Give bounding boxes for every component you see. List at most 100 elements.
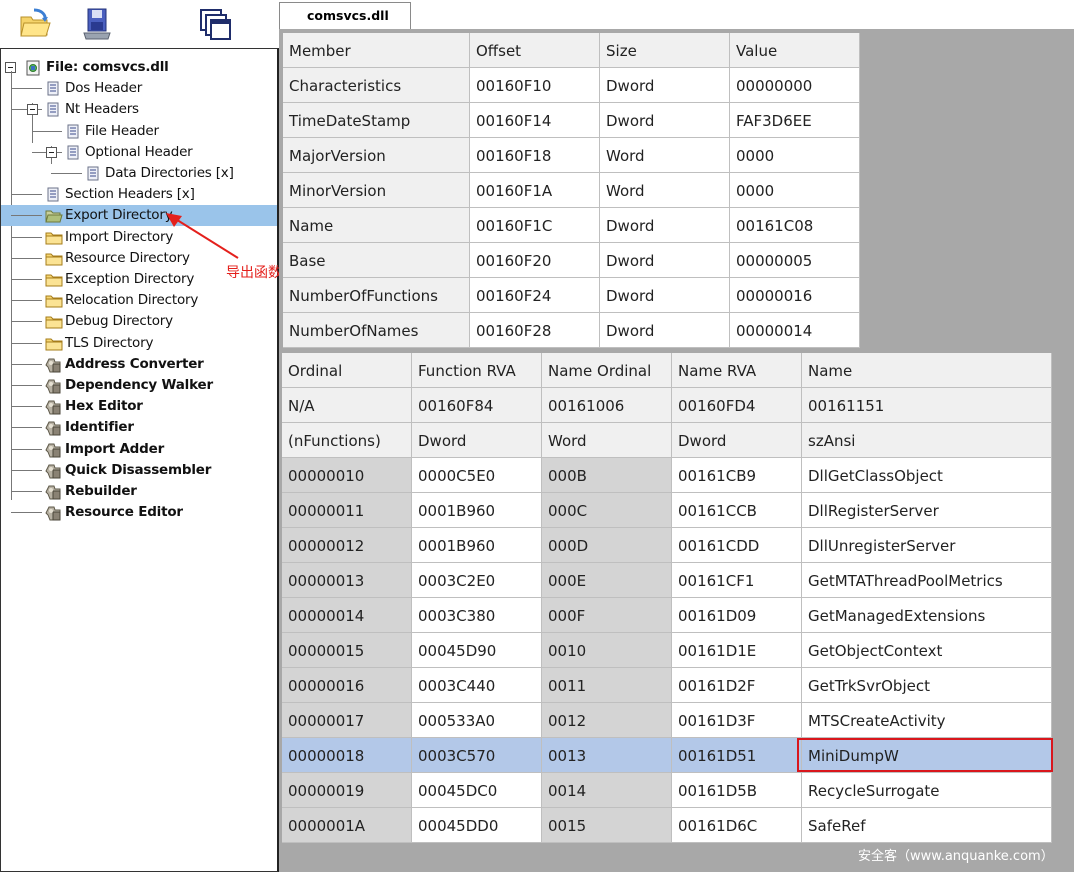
column-header[interactable]: Name Ordinal <box>542 353 672 388</box>
table-cell[interactable]: 00160F24 <box>470 278 600 313</box>
table-cell[interactable]: 00160F1A <box>470 173 600 208</box>
table-cell[interactable]: Dword <box>600 313 730 348</box>
column-header[interactable]: Name RVA <box>672 353 802 388</box>
table-cell[interactable]: Name <box>283 208 470 243</box>
table-cell[interactable]: Word <box>600 173 730 208</box>
table-cell[interactable]: NumberOfNames <box>283 313 470 348</box>
table-cell[interactable]: TimeDateStamp <box>283 103 470 138</box>
selected-row-cell[interactable]: 0013 <box>542 738 672 773</box>
table-cell[interactable]: 00000014 <box>730 313 860 348</box>
tree-item-rebuilder[interactable]: Rebuilder <box>1 481 277 502</box>
table-cell[interactable]: 00000016 <box>730 278 860 313</box>
windows-icon[interactable] <box>196 4 234 44</box>
save-icon[interactable] <box>78 4 116 44</box>
table-cell[interactable]: 00161D6C <box>672 808 802 843</box>
table-cell[interactable]: 000D <box>542 528 672 563</box>
tree-item-debug-directory[interactable]: Debug Directory <box>1 311 277 332</box>
table-cell[interactable]: DllGetClassObject <box>802 458 1052 493</box>
table-cell[interactable]: NumberOfFunctions <box>283 278 470 313</box>
table-cell[interactable]: 00000013 <box>282 563 412 598</box>
table-cell[interactable]: 00000017 <box>282 703 412 738</box>
table-cell[interactable]: Dword <box>600 68 730 103</box>
table-cell[interactable]: 00000000 <box>730 68 860 103</box>
table-cell[interactable]: Dword <box>600 278 730 313</box>
table-cell[interactable]: 0012 <box>542 703 672 738</box>
tree-item-dos-header[interactable]: Dos Header <box>1 78 277 99</box>
table-cell[interactable]: Word <box>600 138 730 173</box>
table-cell[interactable]: 000533A0 <box>412 703 542 738</box>
table-cell[interactable]: 00000005 <box>730 243 860 278</box>
table-cell[interactable]: N/A <box>282 388 412 423</box>
table-cell[interactable]: 000E <box>542 563 672 598</box>
table-cell[interactable]: GetMTAThreadPoolMetrics <box>802 563 1052 598</box>
table-cell[interactable]: Dword <box>412 423 542 458</box>
table-cell[interactable]: 00000011 <box>282 493 412 528</box>
tree-item-import-adder[interactable]: Import Adder <box>1 439 277 460</box>
table-cell[interactable]: 0003C440 <box>412 668 542 703</box>
table-cell[interactable]: 00161D09 <box>672 598 802 633</box>
table-cell[interactable]: 0000 <box>730 173 860 208</box>
table-cell[interactable]: 00045DD0 <box>412 808 542 843</box>
table-cell[interactable]: 0003C2E0 <box>412 563 542 598</box>
table-cell[interactable]: 0001B960 <box>412 493 542 528</box>
table-cell[interactable]: Dword <box>600 208 730 243</box>
table-cell[interactable]: 00000015 <box>282 633 412 668</box>
tree-item-file-header[interactable]: File Header <box>1 121 277 142</box>
table-cell[interactable]: 00161D5B <box>672 773 802 808</box>
tree-item-dependency-walker[interactable]: Dependency Walker <box>1 375 277 396</box>
column-header[interactable]: Function RVA <box>412 353 542 388</box>
table-cell[interactable]: 00160F18 <box>470 138 600 173</box>
table-cell[interactable]: RecycleSurrogate <box>802 773 1052 808</box>
table-cell[interactable]: 00160F14 <box>470 103 600 138</box>
table-cell[interactable]: GetObjectContext <box>802 633 1052 668</box>
tree-item-tls-directory[interactable]: TLS Directory <box>1 333 277 354</box>
table-cell[interactable]: 00161CB9 <box>672 458 802 493</box>
table-cell[interactable]: 00160F1C <box>470 208 600 243</box>
column-header[interactable]: Name <box>802 353 1052 388</box>
column-header[interactable]: Offset <box>470 33 600 68</box>
tree-item-identifier[interactable]: Identifier <box>1 417 277 438</box>
tree-item-relocation-directory[interactable]: Relocation Directory <box>1 290 277 311</box>
table-cell[interactable]: 00161CDD <box>672 528 802 563</box>
table-cell[interactable]: 00161006 <box>542 388 672 423</box>
table-cell[interactable]: 00160F10 <box>470 68 600 103</box>
table-cell[interactable]: 00161D1E <box>672 633 802 668</box>
table-cell[interactable]: 0000C5E0 <box>412 458 542 493</box>
table-cell[interactable]: Characteristics <box>283 68 470 103</box>
table-cell[interactable]: FAF3D6EE <box>730 103 860 138</box>
tree-item-address-converter[interactable]: Address Converter <box>1 354 277 375</box>
table-cell[interactable]: DllUnregisterServer <box>802 528 1052 563</box>
table-cell[interactable]: 000B <box>542 458 672 493</box>
table-cell[interactable]: 0000001A <box>282 808 412 843</box>
selected-row-cell[interactable]: 00000018 <box>282 738 412 773</box>
table-cell[interactable]: GetManagedExtensions <box>802 598 1052 633</box>
tree-root-file[interactable]: File: comsvcs.dll <box>1 57 277 78</box>
collapse-icon[interactable] <box>27 104 38 116</box>
selected-row-cell[interactable]: 0003C570 <box>412 738 542 773</box>
table-cell[interactable]: Dword <box>672 423 802 458</box>
table-cell[interactable]: MajorVersion <box>283 138 470 173</box>
column-header[interactable]: Size <box>600 33 730 68</box>
table-cell[interactable]: 00160F28 <box>470 313 600 348</box>
table-cell[interactable]: GetTrkSvrObject <box>802 668 1052 703</box>
selected-row-cell[interactable]: MiniDumpW <box>802 738 1052 773</box>
table-cell[interactable]: SafeRef <box>802 808 1052 843</box>
table-cell[interactable]: 00161C08 <box>730 208 860 243</box>
tab-comsvcs[interactable]: comsvcs.dll <box>279 2 411 29</box>
table-cell[interactable]: 00045DC0 <box>412 773 542 808</box>
tree-item-hex-editor[interactable]: Hex Editor <box>1 396 277 417</box>
table-cell[interactable]: 0001B960 <box>412 528 542 563</box>
table-cell[interactable]: 00161D3F <box>672 703 802 738</box>
table-cell[interactable]: 0003C380 <box>412 598 542 633</box>
table-cell[interactable]: 00045D90 <box>412 633 542 668</box>
table-cell[interactable]: 00161151 <box>802 388 1052 423</box>
table-cell[interactable]: MinorVersion <box>283 173 470 208</box>
table-cell[interactable]: Dword <box>600 103 730 138</box>
table-cell[interactable]: 0015 <box>542 808 672 843</box>
open-file-icon[interactable] <box>16 4 54 44</box>
table-cell[interactable]: Word <box>542 423 672 458</box>
column-header[interactable]: Ordinal <box>282 353 412 388</box>
column-header[interactable]: Value <box>730 33 860 68</box>
table-cell[interactable]: Base <box>283 243 470 278</box>
tree-item-quick-disassembler[interactable]: Quick Disassembler <box>1 460 277 481</box>
